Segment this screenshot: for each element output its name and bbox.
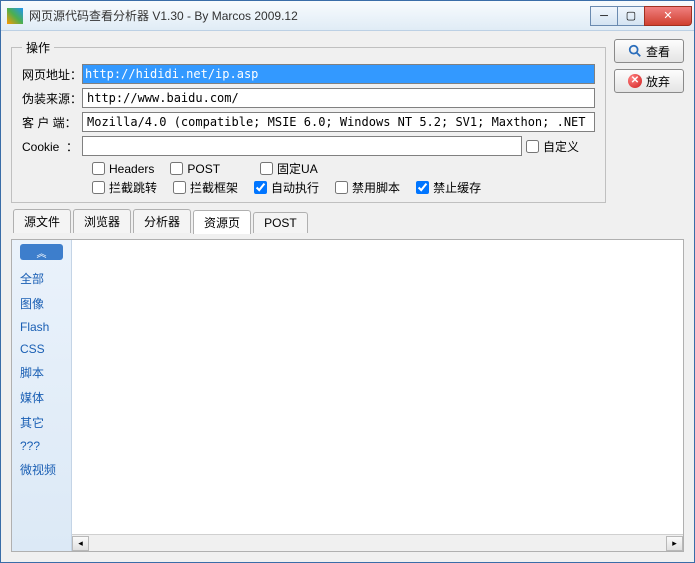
custom-checkbox-input[interactable] xyxy=(526,140,539,153)
maximize-button[interactable]: ▢ xyxy=(617,6,645,26)
scroll-track[interactable] xyxy=(89,536,666,551)
cookie-row: Cookie ： 自定义 xyxy=(22,136,595,156)
ua-label: 客 户 端： xyxy=(22,114,82,131)
app-icon xyxy=(7,8,23,24)
ua-row: 客 户 端： xyxy=(22,112,595,132)
tab-post[interactable]: POST xyxy=(253,212,308,233)
sidebar-item-flash[interactable]: Flash xyxy=(14,316,69,338)
content-area: ︽ 全部 图像 Flash CSS 脚本 媒体 其它 ??? 微视频 ◂ ▸ xyxy=(11,239,684,552)
ua-input[interactable] xyxy=(82,112,595,132)
app-window: 网页源代码查看分析器 V1.30 - By Marcos 2009.12 ─ ▢… xyxy=(0,0,695,563)
scroll-right-button[interactable]: ▸ xyxy=(666,536,683,551)
nocache-checkbox[interactable]: 禁止缓存 xyxy=(416,179,481,196)
view-button[interactable]: 查看 xyxy=(614,39,684,63)
resource-list: ◂ ▸ xyxy=(72,240,683,551)
operations-group: 操作 网页地址： http://hididi.net/ip.asp 伪装来源： … xyxy=(11,39,606,203)
blockframe-checkbox[interactable]: 拦截框架 xyxy=(173,179,238,196)
headers-checkbox[interactable]: Headers xyxy=(92,162,154,176)
operations-legend: 操作 xyxy=(22,39,54,56)
window-title: 网页源代码查看分析器 V1.30 - By Marcos 2009.12 xyxy=(29,7,591,24)
sidebar-item-image[interactable]: 图像 xyxy=(14,291,69,316)
window-controls: ─ ▢ ✕ xyxy=(591,6,692,26)
custom-checkbox[interactable]: 自定义 xyxy=(526,138,579,155)
minimize-button[interactable]: ─ xyxy=(590,6,618,26)
titlebar[interactable]: 网页源代码查看分析器 V1.30 - By Marcos 2009.12 ─ ▢… xyxy=(1,1,694,31)
tab-strip: 源文件 浏览器 分析器 资源页 POST xyxy=(11,209,684,233)
sidebar-item-script[interactable]: 脚本 xyxy=(14,360,69,385)
sidebar-item-microvideo[interactable]: 微视频 xyxy=(14,457,69,482)
chevron-up-icon: ︽ xyxy=(37,245,47,260)
cookie-input[interactable] xyxy=(82,136,522,156)
tab-browser[interactable]: 浏览器 xyxy=(73,209,131,233)
blockredirect-checkbox[interactable]: 拦截跳转 xyxy=(92,179,157,196)
close-button[interactable]: ✕ xyxy=(644,6,692,26)
url-row: 网页地址： http://hididi.net/ip.asp xyxy=(22,64,595,84)
scroll-left-button[interactable]: ◂ xyxy=(72,536,89,551)
horizontal-scrollbar[interactable]: ◂ ▸ xyxy=(72,534,683,551)
sidebar-item-media[interactable]: 媒体 xyxy=(14,385,69,410)
url-label: 网页地址： xyxy=(22,66,82,83)
side-buttons: 查看 ✕ 放弃 xyxy=(614,39,684,203)
client-area: 操作 网页地址： http://hididi.net/ip.asp 伪装来源： … xyxy=(1,31,694,562)
referer-input[interactable] xyxy=(82,88,595,108)
cookie-label: Cookie ： xyxy=(22,138,82,155)
url-input[interactable]: http://hididi.net/ip.asp xyxy=(82,64,595,84)
tab-resources[interactable]: 资源页 xyxy=(193,210,251,234)
cancel-icon: ✕ xyxy=(628,74,642,88)
post-checkbox[interactable]: POST xyxy=(170,162,220,176)
sidebar-item-css[interactable]: CSS xyxy=(14,338,69,360)
options-row-2: 拦截跳转 拦截框架 自动执行 禁用脚本 禁止缓存 xyxy=(92,179,595,196)
sidebar-item-other[interactable]: 其它 xyxy=(14,410,69,435)
referer-row: 伪装来源： xyxy=(22,88,595,108)
tab-analyzer[interactable]: 分析器 xyxy=(133,209,191,233)
tab-source[interactable]: 源文件 xyxy=(13,209,71,233)
fixua-checkbox[interactable]: 固定UA xyxy=(260,160,318,177)
referer-label: 伪装来源： xyxy=(22,90,82,107)
collapse-button[interactable]: ︽ xyxy=(20,244,63,260)
resource-sidebar: ︽ 全部 图像 Flash CSS 脚本 媒体 其它 ??? 微视频 xyxy=(12,240,72,551)
sidebar-item-unknown[interactable]: ??? xyxy=(14,435,69,457)
options-row-1: Headers POST 固定UA xyxy=(92,160,595,177)
top-row: 操作 网页地址： http://hididi.net/ip.asp 伪装来源： … xyxy=(11,39,684,203)
search-icon xyxy=(628,44,642,58)
autorun-checkbox[interactable]: 自动执行 xyxy=(254,179,319,196)
resource-list-inner[interactable] xyxy=(72,240,683,534)
disablescript-checkbox[interactable]: 禁用脚本 xyxy=(335,179,400,196)
abort-button[interactable]: ✕ 放弃 xyxy=(614,69,684,93)
sidebar-item-all[interactable]: 全部 xyxy=(14,266,69,291)
